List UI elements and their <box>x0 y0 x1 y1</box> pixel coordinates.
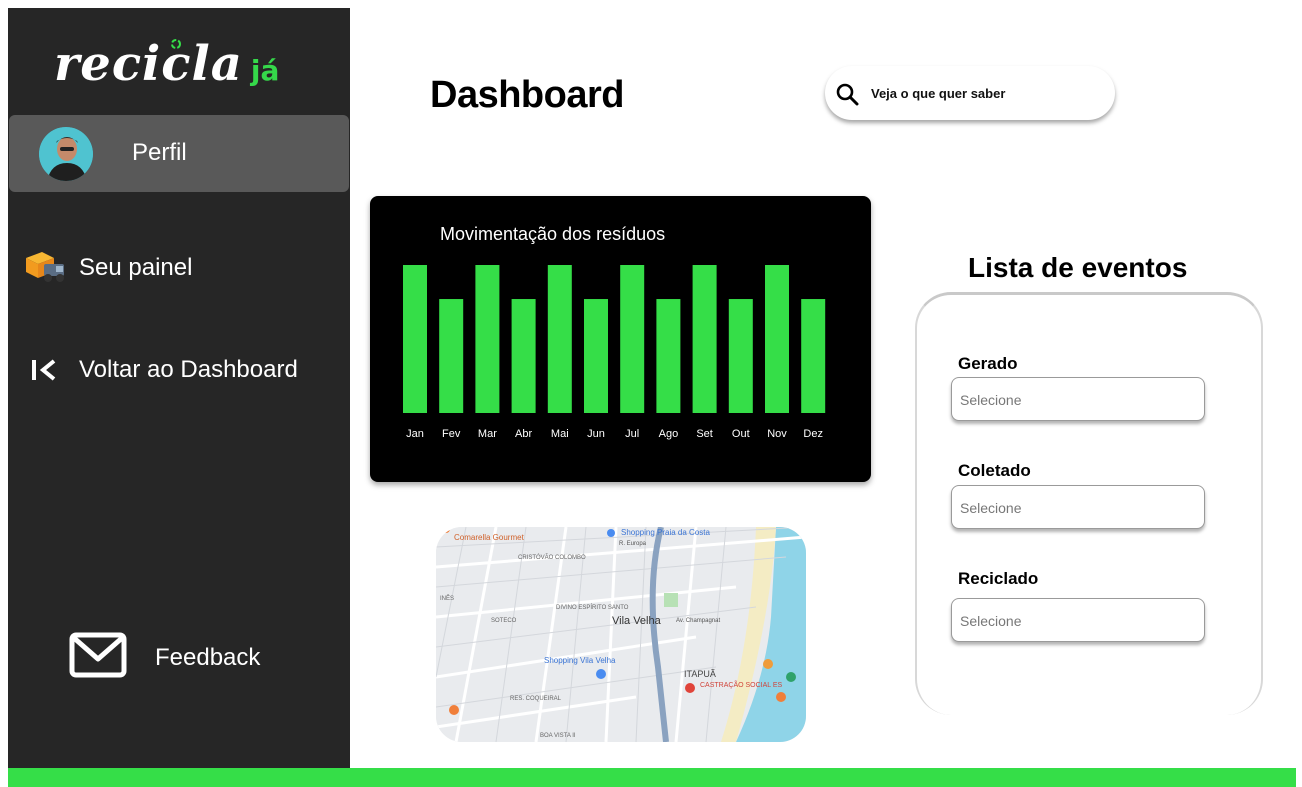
chart-bar-jan <box>403 265 427 413</box>
map-label: Comarella Gourmet <box>454 533 525 542</box>
gerado-label: Gerado <box>958 354 1018 373</box>
map-label: BOA VISTA II <box>540 733 576 739</box>
map-label: R. Europa <box>619 541 647 547</box>
map-image: Comarella Gourmet Shopping Praia da Cost… <box>436 527 806 742</box>
map-label: SOTECO <box>491 618 517 624</box>
map-label: Shopping Praia da Costa <box>621 528 711 537</box>
chart-tick-label: Jan <box>406 428 424 440</box>
map-label: CASTRAÇÃO SOCIAL ES <box>700 680 783 689</box>
sidebar: recicla já Perfil Seu painel Voltar ao D… <box>8 8 350 768</box>
chart-tick-label: Jun <box>587 428 605 440</box>
logo-main-text: recicla <box>54 36 243 92</box>
chart-bar-mar <box>475 265 500 413</box>
avatar <box>39 127 93 181</box>
recicla-ja-logo: recicla já <box>54 36 279 106</box>
chart-tick-label: Fev <box>442 428 461 440</box>
chart-tick-label: Set <box>696 428 713 440</box>
mail-icon <box>69 632 127 678</box>
footer-bar <box>8 768 1296 787</box>
chart-bar-fev <box>439 299 464 413</box>
reciclado-label: Reciclado <box>958 569 1039 588</box>
map-label: CRISTÓVÃO COLOMBO <box>518 554 586 561</box>
chart-bar-jun <box>584 299 608 413</box>
chart-tick-label: Out <box>732 428 750 440</box>
events-list-title: Lista de eventos <box>968 252 1188 283</box>
chart-tick-label: Abr <box>515 428 532 440</box>
coletado-select[interactable]: Selecione <box>951 485 1205 529</box>
profile-label: Perfil <box>132 139 187 166</box>
chart-tick-label: Dez <box>803 428 823 440</box>
map-label: RES. COQUEIRAL <box>510 696 562 702</box>
location-map[interactable]: Comarella Gourmet Shopping Praia da Cost… <box>436 527 806 742</box>
back-chevron-icon <box>32 359 56 381</box>
map-label: Av. Champagnat <box>676 618 720 624</box>
gerado-select[interactable]: Selecione <box>951 377 1205 421</box>
chart-bar-ago <box>656 299 681 413</box>
chart-bar-set <box>692 265 717 413</box>
reciclado-select[interactable]: Selecione <box>951 598 1205 642</box>
seu-painel-label: Seu painel <box>79 254 193 281</box>
map-label: Vila Velha <box>612 615 662 627</box>
chart-bar-dez <box>801 299 826 413</box>
voltar-dashboard-label: Voltar ao Dashboard <box>79 356 298 383</box>
chart-tick-label: Ago <box>659 428 679 440</box>
map-label: Shopping Vila Velha <box>544 656 616 665</box>
map-label: ITAPUÃ <box>684 669 716 679</box>
logo-accent-text: já <box>250 54 280 87</box>
chart-tick-label: Mar <box>478 428 497 440</box>
chart-bar-abr <box>511 299 536 413</box>
search-bar[interactable]: Veja o que quer saber <box>825 66 1115 120</box>
sidebar-item-voltar-dashboard[interactable]: Voltar ao Dashboard <box>8 344 350 394</box>
coletado-label: Coletado <box>958 461 1031 480</box>
chart-bar-jul <box>620 265 645 413</box>
delivery-truck-icon <box>26 252 64 282</box>
chart-bar-out <box>728 299 753 413</box>
chart-tick-label: Jul <box>625 428 639 440</box>
chart-title: Movimentação dos resíduos <box>440 224 666 244</box>
chart-bar-mai <box>547 265 572 413</box>
sidebar-item-feedback[interactable]: Feedback <box>8 630 350 686</box>
sidebar-item-seu-painel[interactable]: Seu painel <box>8 242 350 292</box>
search-input[interactable]: Veja o que quer saber <box>871 86 1005 101</box>
recycle-icon <box>171 39 181 49</box>
chart-bar-nov <box>765 265 789 413</box>
feedback-label: Feedback <box>155 644 261 671</box>
search-icon <box>836 83 859 106</box>
waste-movement-chart: Jan Fev Mar Abr Mai Jun Jul Ago Set Out Nov Dez Mov… <box>370 196 871 482</box>
map-label: DIVINO ESPÍRITO SANTO <box>556 604 629 611</box>
sidebar-item-profile[interactable]: Perfil <box>9 115 349 192</box>
chart-tick-label: Mai <box>551 428 569 440</box>
page-title: Dashboard <box>430 74 624 116</box>
map-label: INÊS <box>440 594 454 602</box>
chart-tick-label: Nov <box>767 428 787 440</box>
